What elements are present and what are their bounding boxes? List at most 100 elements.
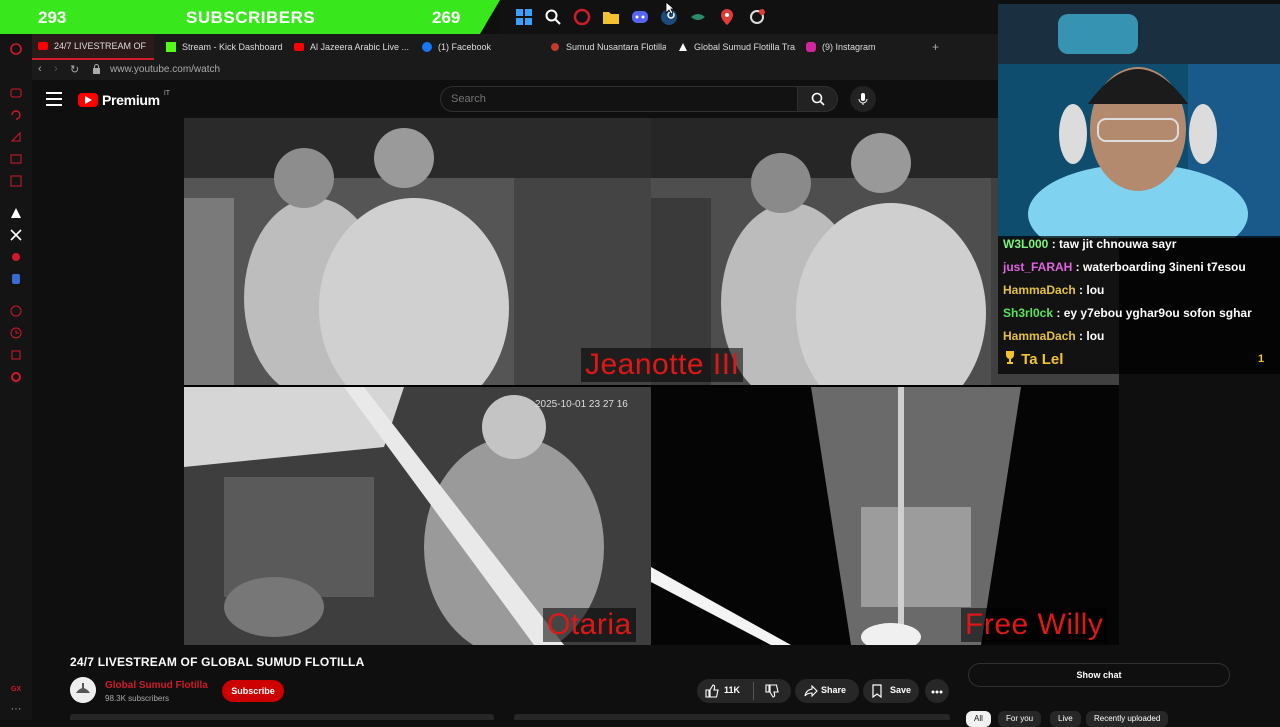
voice-search-button[interactable] [850, 86, 876, 112]
chat-text: ey y7ebou yghar9ou sofon sghar [1063, 306, 1252, 320]
tab-al-jazeera[interactable]: Al Jazeera Arabic Live ... [288, 34, 412, 60]
channel-subscriber-count: 98.3K subscribers [105, 694, 170, 703]
search-icon[interactable] [543, 7, 563, 27]
gx-cleaner-icon[interactable] [9, 108, 23, 122]
camera-label-jeanotte: Jeanotte III [581, 348, 744, 382]
tab-sumud-nusantara[interactable]: Sumud Nusantara Flotilla [544, 34, 666, 60]
subscriber-count-left: 293 [38, 8, 67, 27]
tab-label: Sumud Nusantara Flotilla [566, 42, 666, 52]
more-actions-button[interactable] [925, 679, 949, 703]
ai-icon[interactable] [9, 206, 23, 220]
chat-username: W3L000 [1003, 237, 1049, 251]
chat-message: W3L000 : taw jit chnouwa sayr [1003, 237, 1177, 251]
chat-message: Sh3rl0ck : ey y7ebou yghar9ou sofon sgha… [1003, 306, 1252, 320]
youtube-icon [294, 42, 304, 52]
gx-control-icon[interactable] [9, 86, 23, 100]
tab-label: Stream - Kick Dashboard [182, 42, 283, 52]
tab-facebook[interactable]: (1) Facebook [416, 34, 540, 60]
chat-username: just_FARAH [1003, 260, 1073, 274]
chat-leader: Ta Lel [1003, 350, 1063, 368]
chip-recently-uploaded[interactable]: Recently uploaded [1086, 711, 1169, 727]
chat-message: just_FARAH : waterboarding 3ineni t7esou [1003, 260, 1246, 274]
share-icon [804, 684, 818, 699]
hamburger-menu-icon[interactable] [46, 92, 62, 106]
leader-name: Ta Lel [1021, 351, 1064, 368]
comment-box[interactable] [514, 714, 950, 720]
like-icon[interactable] [705, 684, 719, 700]
history-icon[interactable] [9, 326, 23, 340]
app-icon[interactable] [688, 7, 708, 27]
video-timestamp: 2025-10-01 23 27 16 [535, 399, 628, 410]
youtube-premium-logo[interactable]: Premium IT [78, 89, 171, 108]
chip-live[interactable]: Live [1050, 711, 1081, 727]
tab-flotilla-tracker[interactable]: Global Sumud Flotilla Tra... [672, 34, 796, 60]
x-twitter-icon[interactable] [9, 228, 23, 242]
settings-icon[interactable] [9, 370, 23, 384]
twitch-icon[interactable] [9, 152, 23, 166]
dislike-icon[interactable] [765, 684, 779, 700]
region-code: IT [163, 89, 171, 97]
description-box[interactable] [70, 714, 494, 720]
tab-label: Global Sumud Flotilla Tra... [694, 42, 796, 52]
like-count[interactable]: 11K [724, 685, 740, 695]
opera-gx-icon[interactable] [572, 7, 592, 27]
opera-menu-icon[interactable] [9, 42, 23, 56]
more-options-icon[interactable]: ··· [9, 702, 23, 716]
camera-feed-free-willy [651, 387, 1119, 645]
tab-instagram[interactable]: (9) Instagram [800, 34, 922, 60]
channel-avatar[interactable] [70, 677, 96, 703]
gx-label: GX [10, 685, 22, 693]
tab-kick-dashboard[interactable]: Stream - Kick Dashboard [160, 34, 286, 60]
subscribe-button[interactable]: Subscribe [222, 680, 284, 702]
messenger-icon[interactable] [9, 250, 23, 264]
discord-icon[interactable] [630, 7, 650, 27]
maps-pin-icon[interactable] [717, 7, 737, 27]
player-icon[interactable] [9, 174, 23, 188]
folder-icon[interactable] [601, 7, 621, 27]
chip-all[interactable]: All [966, 711, 991, 727]
extensions-icon[interactable] [9, 348, 23, 362]
gx-corner-icon[interactable] [9, 130, 23, 144]
microphone-icon [858, 93, 868, 105]
like-dislike-group: 11K [697, 679, 791, 703]
os-taskbar [500, 0, 1000, 34]
search-input[interactable] [441, 87, 797, 111]
url-field[interactable]: www.youtube.com/watch [110, 64, 220, 75]
subscriber-counter-overlay: 293 SUBSCRIBERS 269 [0, 0, 500, 34]
tab-label: 24/7 LIVESTREAM OF [54, 41, 147, 51]
divider [753, 682, 754, 700]
search-field[interactable] [440, 86, 798, 112]
chip-for-you[interactable]: For you [998, 711, 1042, 727]
leader-count: 1 [1258, 353, 1265, 365]
search-icon [811, 92, 825, 106]
camera-label-otaria: Otaria [543, 608, 636, 642]
forward-icon[interactable]: › [54, 63, 58, 75]
video-player[interactable]: Jeanotte III 2025-10-01 23 27 16 Otaria … [184, 118, 1119, 645]
tab-label: (9) Instagram [822, 42, 876, 52]
reload-icon[interactable]: ↻ [70, 63, 79, 76]
bookmark-icon [871, 684, 883, 700]
address-bar: ‹ › ↻ www.youtube.com/watch [32, 60, 998, 80]
youtube-icon [38, 41, 48, 51]
save-button[interactable]: Save [863, 679, 919, 703]
mouse-cursor-icon [660, 0, 680, 18]
chat-username: Sh3rl0ck [1003, 306, 1054, 320]
more-horizontal-icon [931, 686, 943, 696]
vpn-icon[interactable] [9, 272, 23, 286]
browser-tab-bar: 24/7 LIVESTREAM OF Stream - Kick Dashboa… [32, 34, 998, 60]
search-button[interactable] [798, 86, 838, 112]
windows-icon[interactable] [514, 7, 534, 27]
camera-feed-otaria: 2025-10-01 23 27 16 [184, 387, 651, 645]
settings-icon[interactable] [747, 7, 767, 27]
streamer-facecam [998, 4, 1280, 238]
share-button[interactable]: Share [795, 679, 859, 703]
channel-name[interactable]: Global Sumud Flotilla [105, 680, 208, 691]
show-chat-button[interactable]: Show chat [968, 663, 1230, 687]
new-tab-button[interactable]: + [926, 34, 946, 60]
share-label: Share [821, 685, 847, 695]
tab-livestream[interactable]: 24/7 LIVESTREAM OF [32, 34, 154, 60]
youtube-play-icon [78, 93, 98, 107]
chat-message: HammaDach : lou [1003, 329, 1105, 343]
music-icon[interactable] [9, 304, 23, 318]
back-icon[interactable]: ‹ [38, 63, 42, 75]
